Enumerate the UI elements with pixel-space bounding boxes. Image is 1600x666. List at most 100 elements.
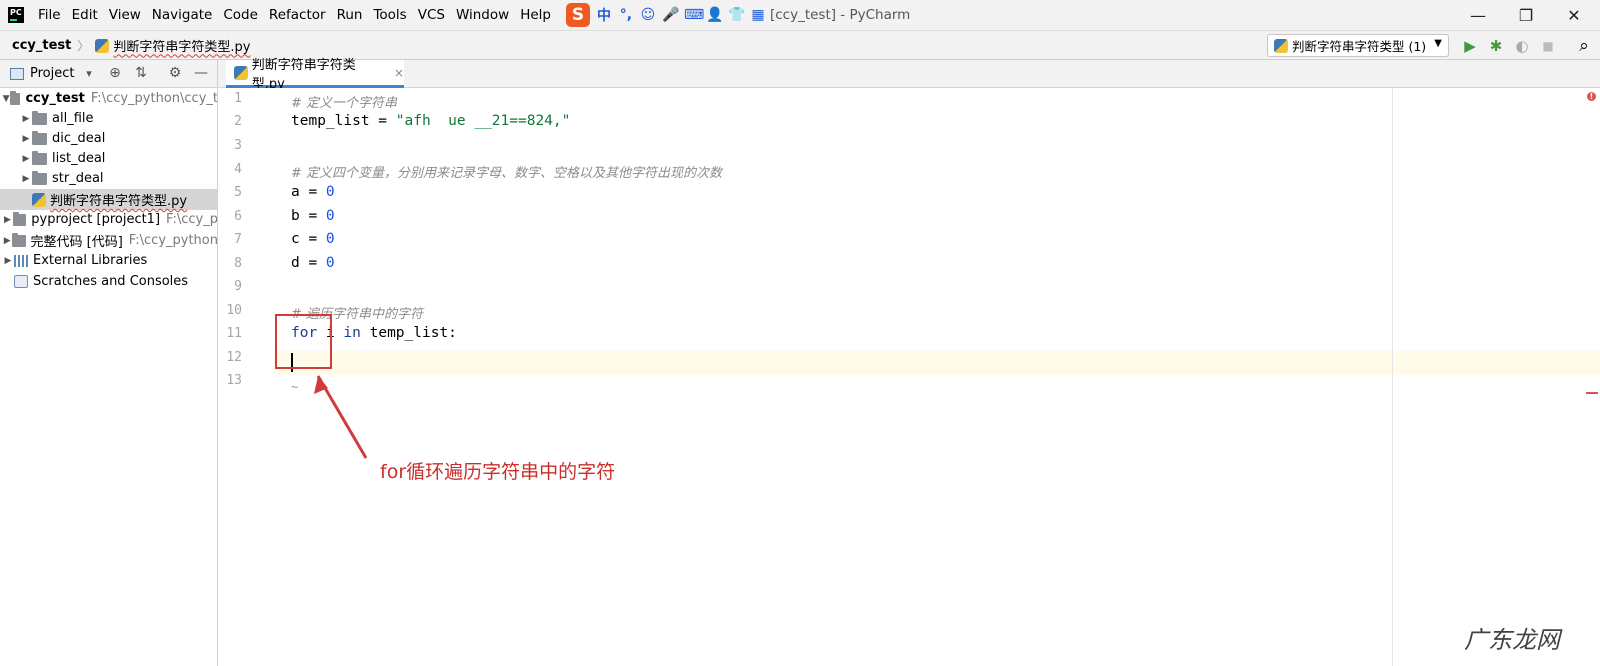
tree-item-python-file[interactable]: 判断字符串字符类型.py (0, 189, 217, 210)
line-number: 9 (234, 279, 242, 294)
menu-help[interactable]: Help (516, 0, 558, 30)
line-number: 13 (226, 373, 242, 388)
code-line-8: d = 0 (291, 255, 335, 271)
tree-item-scratches[interactable]: Scratches and Consoles (0, 271, 217, 292)
expand-arrow-icon[interactable]: ▼ (2, 94, 10, 104)
code-number: 0 (325, 255, 335, 271)
menu-file[interactable]: File (34, 0, 68, 30)
expand-arrow-icon[interactable]: ▶ (20, 134, 32, 144)
tab-python-file[interactable]: 判断字符串字符类型.py × (226, 58, 404, 92)
tree-item-path: F:\ccy_python (128, 233, 218, 248)
line-number: 5 (234, 185, 242, 200)
debug-icon[interactable]: ✱ (1486, 36, 1506, 56)
restore-icon[interactable]: ❐ (1506, 0, 1546, 30)
ime-mode-chinese[interactable]: 中 (596, 5, 612, 25)
line-number: 1 (234, 91, 242, 106)
menu-edit[interactable]: Edit (68, 0, 105, 30)
ime-toolbox-icon[interactable]: ▦ (750, 7, 766, 23)
tree-item-str-deal[interactable]: ▶ str_deal (0, 168, 217, 189)
error-stripe-mark[interactable] (1586, 392, 1598, 394)
locate-icon[interactable]: ⊕ (106, 64, 124, 82)
folder-icon (32, 150, 47, 165)
menu-tools[interactable]: Tools (369, 0, 413, 30)
tree-item-list-deal[interactable]: ▶ list_deal (0, 148, 217, 169)
code-editor[interactable]: # 定义一个字符串 temp_list = "afh ue __21==824,… (273, 88, 1600, 666)
ime-keyboard-icon[interactable]: ⌨ (684, 7, 704, 23)
line-number: 12 (226, 350, 242, 365)
watermark-text: 广东龙网 (1464, 626, 1560, 654)
menu-refactor[interactable]: Refactor (265, 0, 333, 30)
code-number: 0 (325, 231, 335, 247)
menu-view[interactable]: View (105, 0, 148, 30)
menu-run[interactable]: Run (333, 0, 370, 30)
tree-item-all-file[interactable]: ▶ all_file (0, 108, 217, 129)
tree-item-complete-code[interactable]: ▶ 完整代码 [代码] F:\ccy_python (0, 230, 218, 251)
sogou-logo-icon[interactable]: S (565, 3, 590, 27)
project-panel-icon (10, 67, 24, 80)
breadcrumb-project[interactable]: ccy_test (12, 38, 71, 53)
code-token: temp_list: (360, 325, 457, 341)
code-line-5: a = 0 (291, 184, 335, 200)
line-number: 6 (234, 209, 242, 224)
menu-code[interactable]: Code (219, 0, 265, 30)
line-number: 10 (226, 303, 242, 318)
menu-window[interactable]: Window (452, 0, 516, 30)
ime-mic-icon[interactable]: 🎤 (662, 7, 679, 23)
menu-vcs[interactable]: VCS (414, 0, 452, 30)
menu-bar: PC File Edit View Navigate Code Refactor… (0, 0, 1600, 30)
stop-icon[interactable]: ■ (1538, 36, 1558, 56)
menu-navigate[interactable]: Navigate (148, 0, 220, 30)
code-line-7: c = 0 (291, 231, 335, 247)
expand-arrow-icon[interactable]: ▶ (2, 236, 12, 246)
code-line-6: b = 0 (291, 208, 335, 224)
ime-toolbar: S 中 °, ☺ 🎤 ⌨ 👤 👕 ▦ (565, 3, 766, 27)
tree-item-dic-deal[interactable]: ▶ dic_deal (0, 128, 217, 149)
chevron-down-icon[interactable]: ▾ (80, 64, 98, 82)
gear-icon[interactable]: ⚙ (166, 64, 184, 82)
ime-punctuation-icon[interactable]: °, (618, 7, 634, 23)
folder-icon (10, 90, 21, 105)
library-icon (14, 254, 28, 267)
tree-item-external-libraries[interactable]: ▶ External Libraries (0, 250, 217, 271)
run-icon[interactable]: ▶ (1460, 36, 1480, 56)
annotation-text: for循环遍历字符串中的字符 (380, 461, 616, 483)
expand-arrow-icon[interactable]: ▶ (20, 154, 32, 164)
code-token: d = (291, 255, 326, 271)
expand-arrow-icon[interactable]: ▶ (20, 174, 32, 184)
tree-item-label: str_deal (52, 171, 104, 186)
line-number: 7 (234, 232, 242, 247)
breadcrumb-file[interactable]: 判断字符串字符类型.py (95, 36, 250, 55)
close-window-icon[interactable]: ✕ (1554, 0, 1594, 30)
expand-arrow-icon[interactable]: ▶ (2, 256, 14, 266)
tree-item-pyproject[interactable]: ▶ pyproject [project1] F:\ccy_p (0, 209, 217, 230)
error-indicator-icon[interactable]: ! (1587, 92, 1596, 101)
hide-panel-icon[interactable]: — (192, 64, 210, 82)
line-number: 4 (234, 162, 242, 177)
ime-emoji-icon[interactable]: ☺ (640, 7, 656, 23)
tree-item-ccy-test[interactable]: ▼ ccy_test F:\ccy_python\ccy_t (0, 88, 217, 109)
code-line-2: temp_list = "afh ue __21==824," (291, 113, 570, 129)
expand-arrow-icon[interactable]: ▶ (20, 114, 32, 124)
python-file-icon (234, 65, 248, 80)
code-number: 0 (325, 184, 335, 200)
code-keyword: in (343, 325, 361, 341)
search-icon[interactable]: ⌕ (1574, 36, 1594, 56)
ime-user-icon[interactable]: 👤 (706, 7, 723, 23)
python-file-icon (32, 192, 46, 207)
expand-arrow-icon[interactable]: ▶ (2, 215, 13, 225)
code-token: b = (291, 208, 326, 224)
collapse-all-icon[interactable]: ⇅ (132, 64, 150, 82)
navigation-bar: ccy_test 〉 判断字符串字符类型.py 判断字符串字符类型 (1) ▼ … (0, 30, 1600, 60)
close-tab-icon[interactable]: × (394, 66, 404, 80)
tree-item-label: Scratches and Consoles (33, 274, 189, 289)
folder-icon (32, 130, 47, 145)
ime-skin-icon[interactable]: 👕 (728, 7, 745, 23)
line-number: 2 (234, 114, 242, 129)
folder-icon (32, 170, 47, 185)
minimize-icon[interactable]: — (1458, 0, 1498, 30)
project-tree: ▼ ccy_test F:\ccy_python\ccy_t ▶ all_fil… (0, 88, 218, 666)
tree-item-label: 完整代码 [代码] (30, 235, 123, 250)
project-panel-title[interactable]: Project (30, 66, 74, 81)
coverage-icon[interactable]: ◐ (1512, 36, 1532, 56)
run-configuration-select[interactable]: 判断字符串字符类型 (1) ▼ (1267, 34, 1449, 57)
